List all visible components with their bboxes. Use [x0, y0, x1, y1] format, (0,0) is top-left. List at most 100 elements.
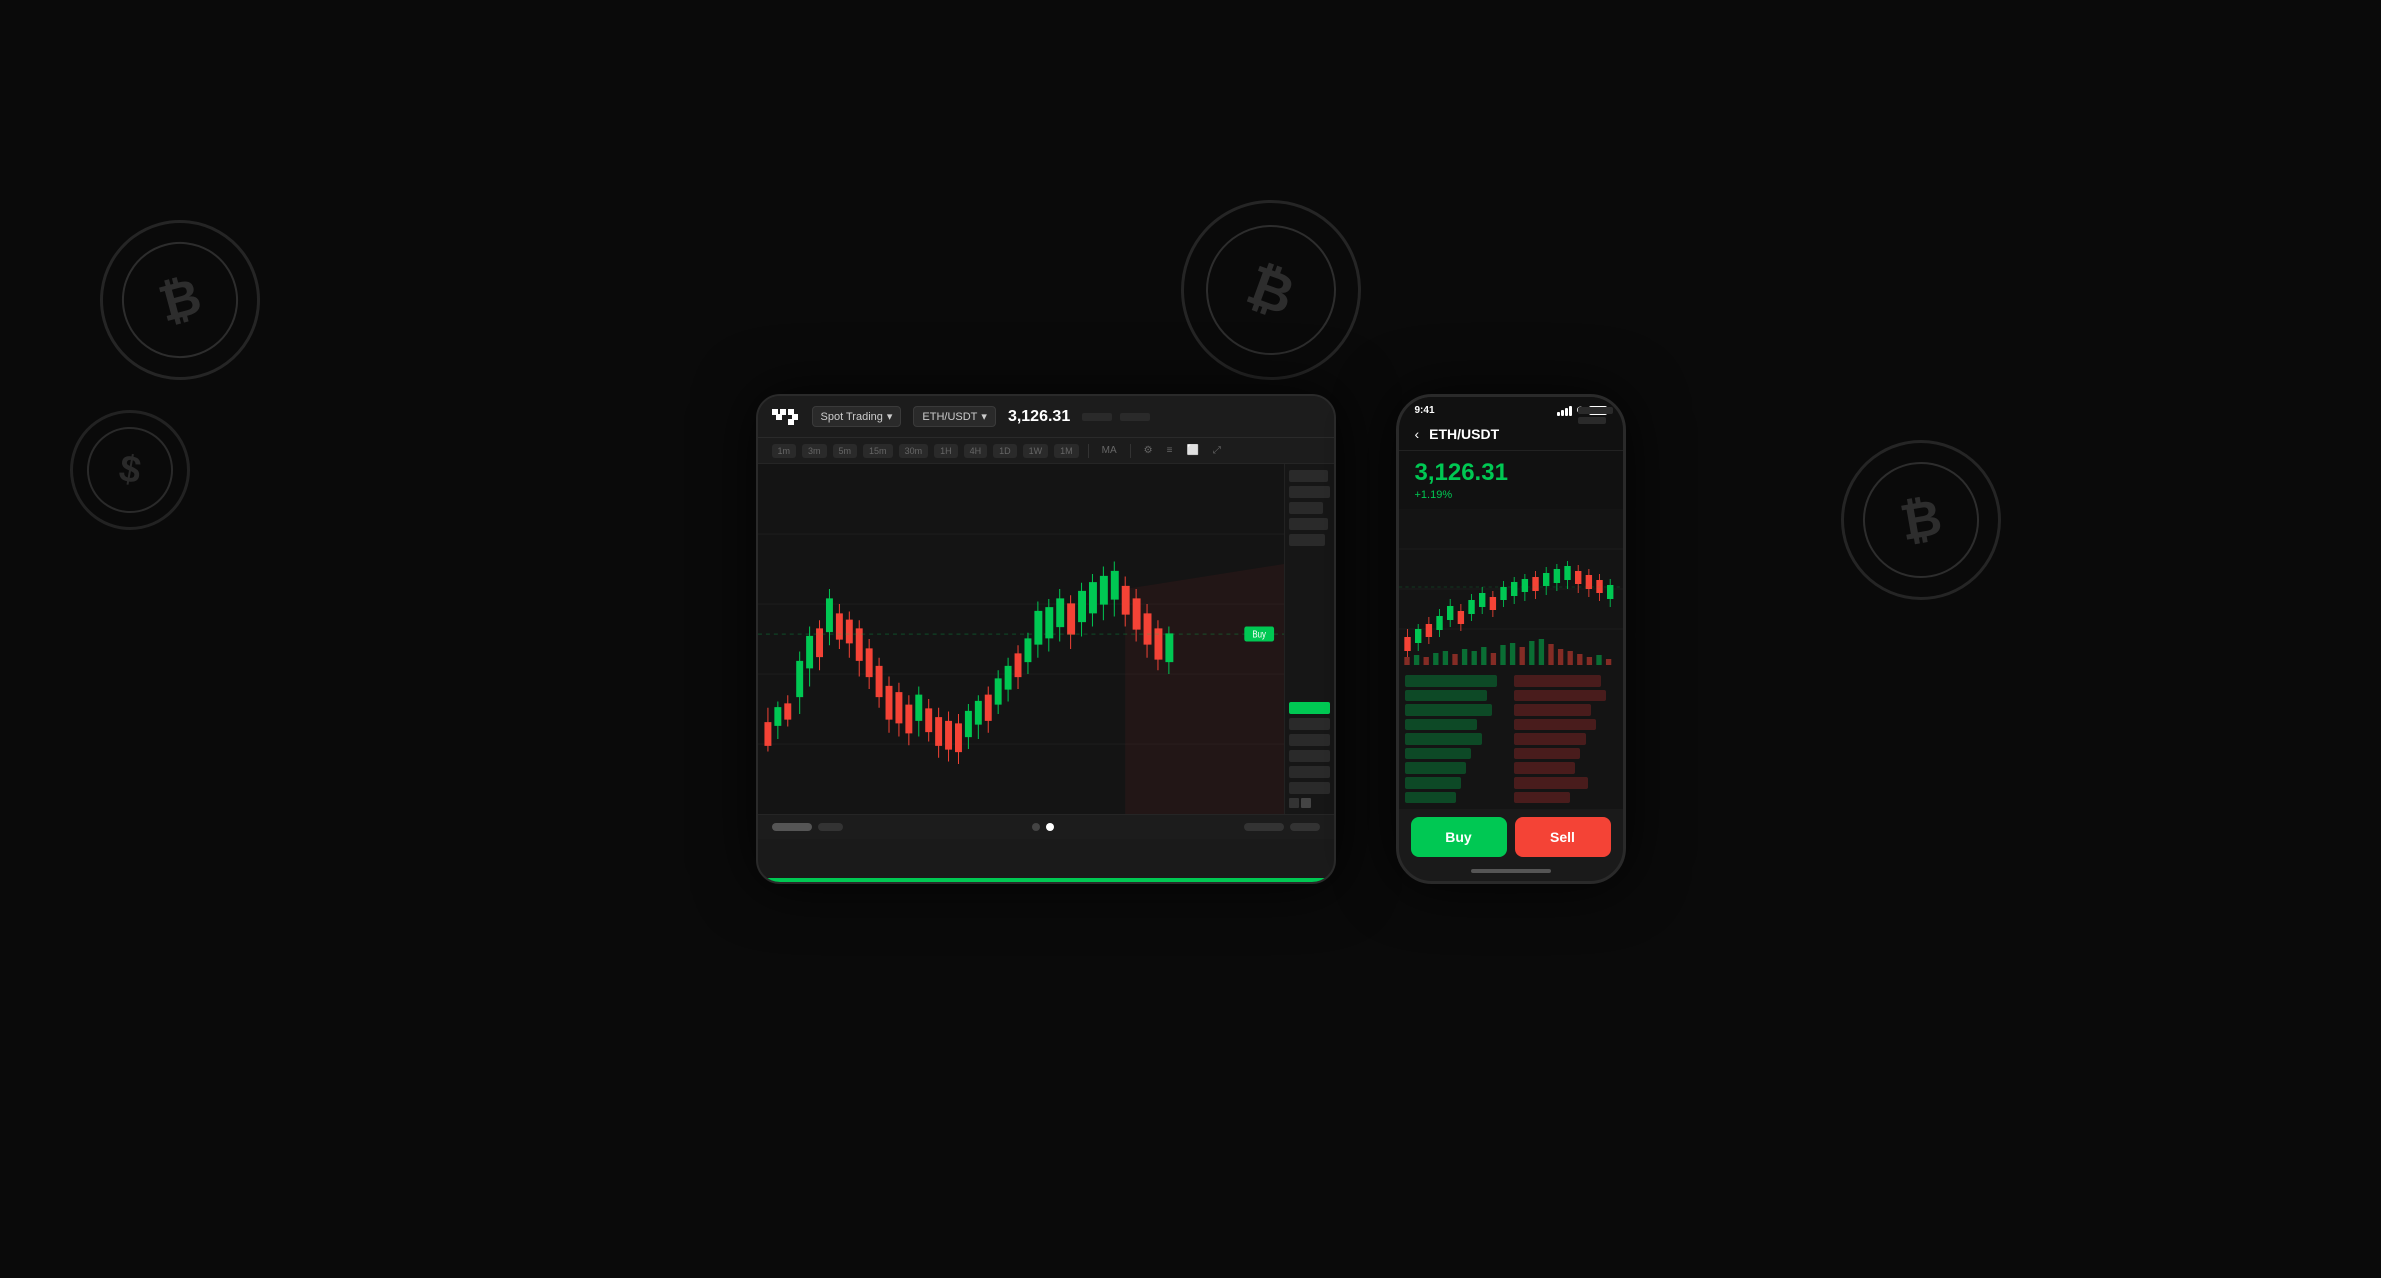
timeframe-30m[interactable]: 30m — [899, 444, 929, 458]
phone-price-display: 3,126.31 — [1399, 451, 1623, 489]
main-scene: Spot Trading ▾ ETH/USDT ▾ 3,126.31 1m 3m — [756, 394, 1626, 884]
chart-toggle-1[interactable] — [1289, 798, 1299, 808]
phone-time: 9:41 — [1415, 405, 1435, 416]
tablet-chart-area: Buy — [758, 464, 1334, 814]
timeframe-3m[interactable]: 3m — [802, 444, 827, 458]
indicators-icon[interactable]: ⚙ — [1140, 443, 1157, 458]
price-info-area — [1082, 413, 1319, 421]
ask-row-2 — [1514, 690, 1607, 702]
price-level-10 — [1289, 782, 1330, 794]
timeframe-4h[interactable]: 4H — [964, 444, 988, 458]
tablet-header: Spot Trading ▾ ETH/USDT ▾ 3,126.31 — [758, 396, 1334, 438]
page-dot-2-active[interactable] — [1046, 823, 1054, 831]
candlestick-chart-svg: Buy — [758, 464, 1284, 814]
price-level-8 — [1289, 750, 1330, 762]
timeframe-1m[interactable]: 1m — [772, 444, 797, 458]
phone-info-bars — [1578, 407, 1613, 424]
bid-row-2 — [1405, 690, 1487, 702]
ask-row-4 — [1514, 719, 1596, 731]
timeframe-1h[interactable]: 1H — [934, 444, 958, 458]
current-price-bar — [1289, 702, 1330, 714]
tablet-bottom — [758, 814, 1334, 839]
phone-sell-button[interactable]: Sell — [1515, 817, 1611, 857]
tablet-device: Spot Trading ▾ ETH/USDT ▾ 3,126.31 1m 3m — [756, 394, 1336, 884]
timeframe-1d[interactable]: 1D — [993, 444, 1017, 458]
current-price-display: 3,126.31 — [1008, 408, 1070, 426]
info-bar-2 — [1578, 417, 1606, 424]
chart-view-toggles — [1285, 796, 1334, 810]
price-level-1 — [1289, 470, 1328, 482]
price-level-7 — [1289, 734, 1330, 746]
signal-bar-2 — [1561, 410, 1564, 416]
signal-bar-4 — [1569, 406, 1572, 416]
phone-price-change: +1.19% — [1399, 489, 1623, 509]
pair-dropdown-arrow-icon: ▾ — [981, 410, 987, 423]
signal-bars-icon — [1557, 406, 1572, 416]
scroll-item-2[interactable] — [818, 823, 843, 831]
ask-row-5 — [1514, 733, 1586, 745]
btc-coin-top-left: ₿ — [82, 202, 278, 398]
bid-row-5 — [1405, 733, 1482, 745]
phone-orderbook — [1399, 669, 1623, 809]
ask-row-3 — [1514, 704, 1591, 716]
timeframe-1w[interactable]: 1W — [1023, 444, 1049, 458]
trading-pair-label: ETH/USDT — [922, 411, 977, 423]
bid-row-6 — [1405, 748, 1472, 760]
spot-trading-dropdown[interactable]: Spot Trading ▾ — [812, 406, 902, 427]
bottom-right-items — [1244, 823, 1320, 831]
orderbook-asks-col — [1514, 675, 1617, 803]
settings-icon[interactable]: ≡ — [1163, 443, 1177, 458]
btc-coin-bottom-right: ₿ — [1828, 427, 2013, 612]
btc-coin-top-right: ₿ — [1156, 175, 1387, 406]
toolbar-separator-1 — [1088, 444, 1089, 458]
svg-text:Buy: Buy — [1252, 629, 1266, 640]
ask-row-6 — [1514, 748, 1581, 760]
tablet-chart-sidebar — [1284, 464, 1334, 814]
bid-row-1 — [1405, 675, 1498, 687]
phone-trading-pair: ETH/USDT — [1429, 426, 1499, 442]
price-level-5 — [1289, 534, 1326, 546]
signal-bar-1 — [1557, 412, 1560, 416]
scroll-item-1[interactable] — [772, 823, 812, 831]
back-button[interactable]: ‹ — [1415, 426, 1420, 442]
bid-row-9 — [1405, 792, 1457, 804]
screenshot-icon[interactable]: ⬜ — [1182, 443, 1202, 458]
tablet-dots — [1032, 823, 1054, 831]
orderbook-bids-col — [1405, 675, 1508, 803]
scroll-items — [772, 823, 843, 831]
chart-toggle-2[interactable] — [1301, 798, 1311, 808]
tablet-chart-main: Buy — [758, 464, 1284, 814]
phone-candlestick-svg — [1399, 509, 1623, 669]
btc-coin-bottom-left: $ — [60, 400, 199, 539]
dropdown-arrow-icon: ▾ — [887, 410, 893, 423]
bid-row-7 — [1405, 762, 1467, 774]
signal-bar-3 — [1565, 408, 1568, 416]
pair-dropdown[interactable]: ETH/USDT ▾ — [913, 406, 996, 427]
phone-buy-button[interactable]: Buy — [1411, 817, 1507, 857]
phone-chart-area — [1399, 509, 1623, 669]
ask-row-7 — [1514, 762, 1576, 774]
bid-row-3 — [1405, 704, 1493, 716]
price-level-4 — [1289, 518, 1328, 530]
price-level-2 — [1289, 486, 1331, 498]
fullscreen-icon[interactable]: ⤢ — [1209, 443, 1225, 458]
okx-logo — [772, 409, 800, 425]
price-level-9 — [1289, 766, 1330, 778]
price-meta-1 — [1082, 413, 1112, 421]
toolbar-separator-2 — [1130, 444, 1131, 458]
ma-indicator[interactable]: MA — [1098, 443, 1121, 458]
spot-trading-label: Spot Trading — [821, 411, 883, 423]
bid-row-4 — [1405, 719, 1477, 731]
phone-header: ‹ ETH/USDT — [1399, 420, 1623, 451]
timeframe-1mo[interactable]: 1M — [1054, 444, 1079, 458]
price-meta-2 — [1120, 413, 1150, 421]
bid-row-8 — [1405, 777, 1462, 789]
ask-row-8 — [1514, 777, 1588, 789]
phone-action-buttons: Buy Sell — [1399, 817, 1623, 857]
page-dot-1[interactable] — [1032, 823, 1040, 831]
timeframe-15m[interactable]: 15m — [863, 444, 893, 458]
ask-row-1 — [1514, 675, 1602, 687]
timeframe-5m[interactable]: 5m — [833, 444, 858, 458]
tablet-toolbar: 1m 3m 5m 15m 30m 1H 4H 1D 1W 1M MA ⚙ ≡ ⬜… — [758, 438, 1334, 464]
price-level-3 — [1289, 502, 1323, 514]
